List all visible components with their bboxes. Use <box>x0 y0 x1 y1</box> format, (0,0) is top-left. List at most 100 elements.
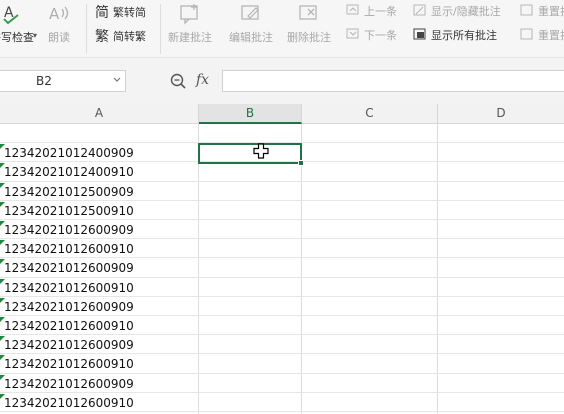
error-indicator-icon <box>0 163 5 168</box>
reset-comment-button-2[interactable]: 重置批注 <box>519 26 564 44</box>
delete-comment-icon <box>296 2 322 26</box>
simp-to-trad-button[interactable]: 繁 简转繁 <box>94 27 146 45</box>
grid-line <box>437 124 438 414</box>
grid-line <box>198 124 199 414</box>
next-comment-icon <box>345 27 361 43</box>
next-comment-label: 下一条 <box>364 29 397 42</box>
show-hide-comment-label: 显示/隐藏批注 <box>431 5 501 18</box>
cell-a9[interactable]: 12342021012600910 <box>0 278 198 297</box>
error-indicator-icon <box>0 336 5 341</box>
cell-a6[interactable]: 12342021012600909 <box>0 220 198 239</box>
cell-value: 12342021012600910 <box>4 242 134 256</box>
formula-tools: fx <box>168 72 218 92</box>
edit-comment-button[interactable]: 编辑批注 <box>229 2 273 45</box>
error-indicator-icon <box>0 259 5 264</box>
cell-a15[interactable]: 12342021012600910 <box>0 393 198 412</box>
zoom-icon[interactable] <box>168 72 190 92</box>
formula-bar: B2 fx <box>0 58 564 104</box>
cell-value: 12342021012600910 <box>4 396 134 410</box>
simp-to-trad-icon: 繁 <box>95 29 109 45</box>
edit-comment-icon <box>238 2 264 26</box>
error-indicator-icon <box>0 144 5 149</box>
error-indicator-icon <box>0 183 5 188</box>
ribbon-divider <box>86 4 87 54</box>
cell-a13[interactable]: 12342021012600910 <box>0 354 198 373</box>
reset-comment-icon <box>519 27 535 43</box>
delete-comment-label: 删除批注 <box>287 31 331 44</box>
cell-a2[interactable]: 12342021012400909 <box>0 143 198 162</box>
column-header-c[interactable]: C <box>302 104 438 124</box>
column-header-d[interactable]: D <box>438 104 564 124</box>
spellcheck-button[interactable]: A 拼写检查 <box>0 2 34 45</box>
cell-value: 12342021012400909 <box>4 146 134 160</box>
cell-value: 12342021012600909 <box>4 223 134 237</box>
read-aloud-label: 朗读 <box>48 31 70 44</box>
error-indicator-icon <box>0 298 5 303</box>
prev-comment-button[interactable]: 上一条 <box>345 2 397 20</box>
show-all-comments-button[interactable]: 显示所有批注 <box>412 26 497 44</box>
cell-value: 12342021012500910 <box>4 204 134 218</box>
cell-value: 12342021012600909 <box>4 261 134 275</box>
delete-comment-button[interactable]: 删除批注 <box>287 2 331 45</box>
svg-text:A: A <box>49 5 60 23</box>
selected-cell-b2[interactable] <box>198 143 304 166</box>
cell-value: 12342021012600910 <box>4 319 134 333</box>
trad-to-simp-label: 繁转简 <box>113 6 146 19</box>
cell-value: 12342021012500909 <box>4 185 134 199</box>
cell-a10[interactable]: 12342021012600909 <box>0 297 198 316</box>
next-comment-button[interactable]: 下一条 <box>345 26 397 44</box>
fx-icon[interactable]: fx <box>196 72 209 88</box>
read-aloud-button[interactable]: A 朗读 <box>46 2 72 45</box>
review-ribbon: A 拼写检查 ▾ A 朗读 简 繁转简 繁 简转繁 新建批注 编辑批注 <box>0 0 564 58</box>
new-comment-button[interactable]: 新建批注 <box>168 2 212 45</box>
edit-comment-label: 编辑批注 <box>229 31 273 44</box>
name-box[interactable]: B2 <box>0 70 126 92</box>
new-comment-label: 新建批注 <box>168 31 212 44</box>
error-indicator-icon <box>0 221 5 226</box>
cell-a14[interactable]: 12342021012600909 <box>0 374 198 393</box>
cell-value: 12342021012600909 <box>4 300 134 314</box>
cell-a8[interactable]: 12342021012600909 <box>0 258 198 277</box>
fill-handle[interactable] <box>298 160 304 166</box>
cell-a12[interactable]: 12342021012600909 <box>0 335 198 354</box>
error-indicator-icon <box>0 355 5 360</box>
trad-to-simp-icon: 简 <box>95 5 109 21</box>
cell-value: 12342021012600910 <box>4 281 134 295</box>
prev-comment-icon <box>345 3 361 19</box>
error-indicator-icon <box>0 202 5 207</box>
error-indicator-icon <box>0 317 5 322</box>
cell-a11[interactable]: 12342021012600910 <box>0 316 198 335</box>
cell-cursor-icon <box>253 143 269 159</box>
reset-comment-icon <box>519 3 535 19</box>
cell-value: 12342021012600910 <box>4 357 134 371</box>
error-indicator-icon <box>0 240 5 245</box>
trad-to-simp-button[interactable]: 简 繁转简 <box>94 3 146 21</box>
show-all-comments-label: 显示所有批注 <box>431 29 497 42</box>
name-box-value: B2 <box>36 74 52 88</box>
simp-to-trad-label: 简转繁 <box>113 30 146 43</box>
spellcheck-label: 拼写检查 <box>0 31 34 44</box>
grid-line <box>301 124 302 414</box>
prev-comment-label: 上一条 <box>364 5 397 18</box>
cell-a7[interactable]: 12342021012600910 <box>0 239 198 258</box>
cell-a5[interactable]: 12342021012500910 <box>0 201 198 220</box>
reset-comment-button[interactable]: 重置批注 <box>519 2 564 20</box>
error-indicator-icon <box>0 375 5 380</box>
reset-comment-label: 重置批注 <box>538 5 564 18</box>
column-header-b[interactable]: B <box>199 104 302 124</box>
error-indicator-icon <box>0 279 5 284</box>
sheet-grid[interactable]: 12342021012400909 12342021012400910 123420… <box>0 124 564 414</box>
show-hide-comment-button[interactable]: 显示/隐藏批注 <box>412 2 501 20</box>
ribbon-divider <box>160 4 161 54</box>
column-header-a[interactable]: A <box>0 104 199 124</box>
spellcheck-dropdown-icon[interactable]: ▾ <box>33 31 37 40</box>
cell-a1[interactable] <box>0 124 198 143</box>
cell-a4[interactable]: 12342021012500909 <box>0 182 198 201</box>
cell-a3[interactable]: 12342021012400910 <box>0 162 198 181</box>
cell-value: 12342021012600909 <box>4 377 134 391</box>
new-comment-icon <box>177 2 203 26</box>
formula-input[interactable] <box>222 70 564 92</box>
error-indicator-icon <box>0 394 5 399</box>
chevron-down-icon[interactable] <box>113 76 121 84</box>
spellcheck-icon: A <box>0 2 25 26</box>
